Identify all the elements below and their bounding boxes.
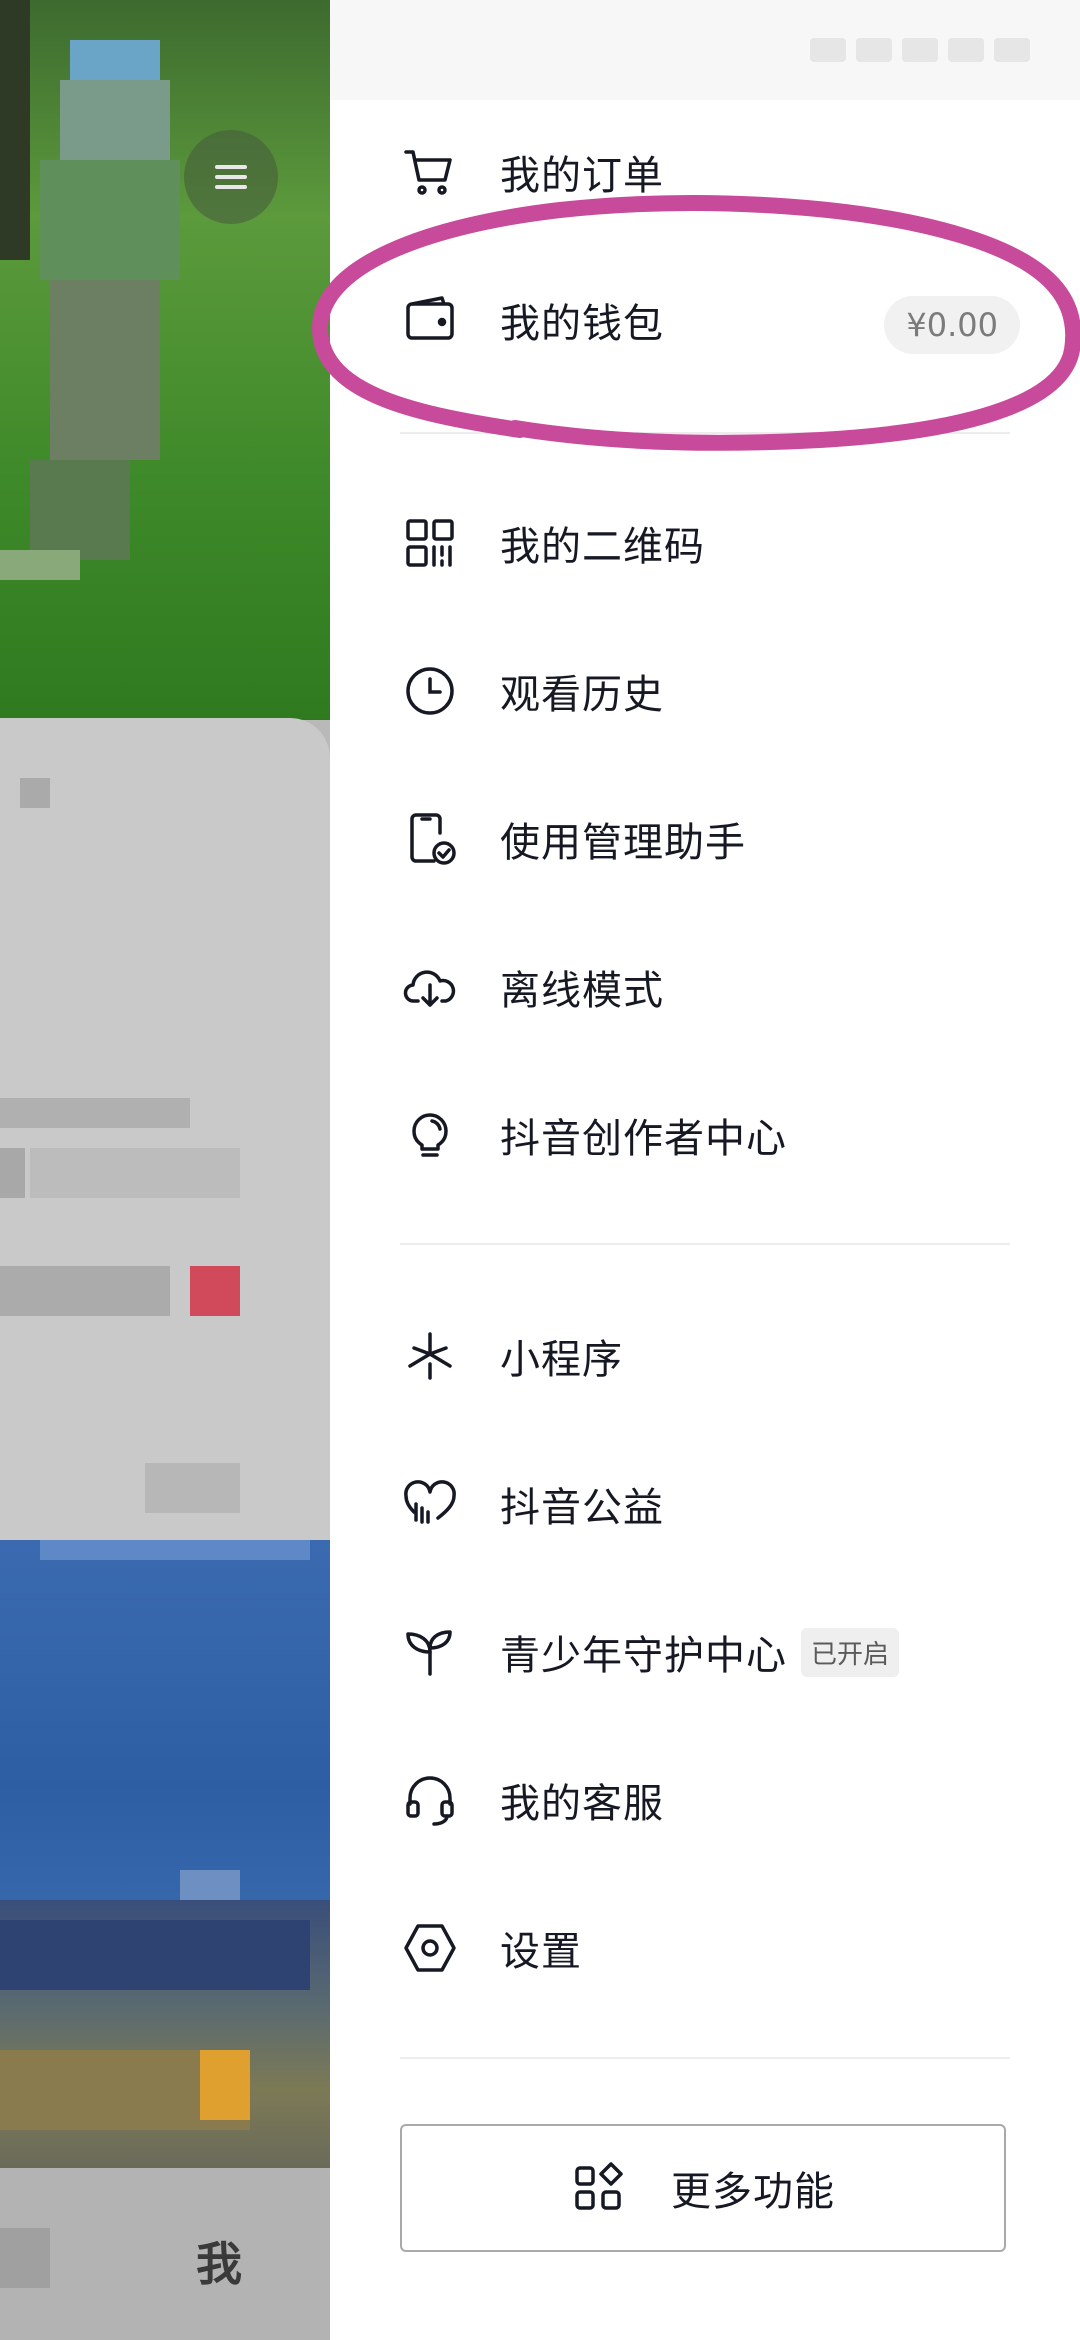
- menu-item-orders[interactable]: 我的订单: [400, 122, 1020, 222]
- divider: [400, 1243, 1010, 1245]
- menu-item-usage-assistant[interactable]: 使用管理助手: [400, 789, 1020, 889]
- menu-item-offline-mode[interactable]: 离线模式: [400, 937, 1020, 1037]
- more-features-label: 更多功能: [671, 2169, 835, 2215]
- menu-item-label: 我的订单: [500, 153, 664, 199]
- menu-item-label: 抖音创作者中心: [500, 1116, 787, 1162]
- menu-item-creator-center[interactable]: 抖音创作者中心: [400, 1085, 1020, 1185]
- menu-item-wallet[interactable]: 我的钱包 ¥0.00: [400, 270, 1020, 370]
- bottom-tab-bar: [0, 2168, 330, 2340]
- menu-item-label: 观看历史: [500, 672, 664, 718]
- cloud-download-icon: [400, 957, 460, 1017]
- clock-icon: [400, 661, 460, 721]
- heart-charity-icon: [400, 1474, 460, 1534]
- menu-icon: [215, 165, 247, 189]
- menu-item-label: 离线模式: [500, 968, 664, 1014]
- status-badge: 已开启: [801, 1627, 900, 1677]
- video-thumbnail: [0, 1540, 330, 1950]
- menu-item-label: 抖音公益: [500, 1485, 664, 1531]
- qr-code-icon: [400, 513, 460, 573]
- profile-cover-image: [0, 0, 330, 720]
- status-bar: [330, 0, 1080, 100]
- menu-item-label: 使用管理助手: [500, 820, 746, 866]
- wallet-icon: [400, 290, 460, 350]
- menu-item-watch-history[interactable]: 观看历史: [400, 641, 1020, 741]
- menu-item-label: 青少年守护中心: [500, 1633, 787, 1679]
- side-drawer: 我的订单 我的钱包 ¥0.00 我的二维码 观看历史 使用管理助手 离线模式 抖…: [330, 0, 1080, 2340]
- more-features-button[interactable]: 更多功能: [400, 2124, 1006, 2252]
- cart-icon: [400, 142, 460, 202]
- menu-item-charity[interactable]: 抖音公益: [400, 1454, 1020, 1554]
- menu-item-label: 我的客服: [500, 1781, 664, 1827]
- lightbulb-icon: [400, 1105, 460, 1165]
- mini-program-icon: [400, 1326, 460, 1386]
- background-profile-page: 我: [0, 0, 330, 2340]
- settings-hexagon-icon: [400, 1918, 460, 1978]
- menu-item-label: 设置: [500, 1929, 582, 1975]
- wallet-balance-badge: ¥0.00: [884, 296, 1020, 354]
- tab-me[interactable]: 我: [196, 2228, 242, 2294]
- sprout-icon: [400, 1622, 460, 1682]
- menu-item-youth-protection[interactable]: 青少年守护中心 已开启: [400, 1602, 1020, 1702]
- divider: [400, 2057, 1010, 2059]
- headset-icon: [400, 1770, 460, 1830]
- divider: [400, 432, 1010, 434]
- hamburger-menu-button[interactable]: [184, 130, 278, 224]
- menu-item-mini-programs[interactable]: 小程序: [400, 1306, 1020, 1406]
- menu-item-qr-code[interactable]: 我的二维码: [400, 493, 1020, 593]
- menu-item-label: 我的钱包: [500, 301, 664, 347]
- menu-item-settings[interactable]: 设置: [400, 1898, 1020, 1998]
- video-thumbnail: [0, 1900, 330, 2170]
- menu-item-customer-service[interactable]: 我的客服: [400, 1750, 1020, 1850]
- menu-item-label: 小程序: [500, 1337, 623, 1383]
- phone-check-icon: [400, 809, 460, 869]
- menu-item-label: 我的二维码: [500, 524, 705, 570]
- profile-info-card: [0, 718, 330, 1548]
- apps-grid-icon: [575, 2162, 623, 2210]
